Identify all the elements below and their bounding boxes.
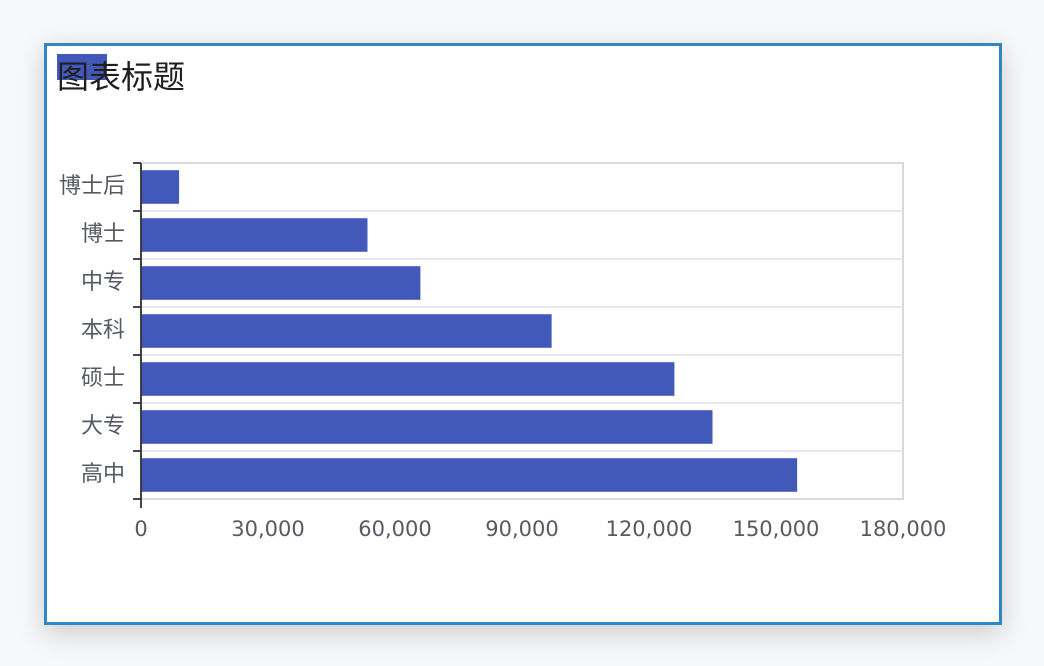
y-tick-label: 本科 [81,318,125,343]
chart-frame: 高中 大专 硕士 本科 中专 博士 博士后 0 30,000 60,000 90,000 120,00… [44,43,1002,625]
x-tick-label: 180,000 [860,517,947,541]
bar-硕士[interactable] [141,362,675,396]
y-tick-label: 大专 [81,414,125,439]
bar-大专[interactable] [141,410,713,444]
y-tick-label: 博士 [81,222,125,247]
bar-博士后[interactable] [141,170,180,204]
bars [141,170,798,492]
y-tick-label: 高中 [81,462,125,487]
y-tick-label: 硕士 [81,366,125,391]
bar-中专[interactable] [141,266,421,300]
x-tick-label: 30,000 [231,517,304,541]
chart-plot: 高中 大专 硕士 本科 中专 博士 博士后 0 30,000 60,000 90,000 120,00… [59,162,947,541]
bar-博士[interactable] [141,218,368,252]
x-tick-label: 60,000 [358,517,431,541]
x-tick-label: 90,000 [485,517,558,541]
axes [133,162,142,508]
x-tick-label: 150,000 [733,517,820,541]
y-tick-label: 中专 [81,270,125,295]
x-tick-label: 0 [134,517,147,541]
chart-title: 图表标题 [57,58,186,96]
y-tick-label: 博士后 [59,174,125,199]
x-tick-label: 120,000 [606,517,693,541]
bar-高中[interactable] [141,458,798,492]
bar-本科[interactable] [141,314,552,348]
